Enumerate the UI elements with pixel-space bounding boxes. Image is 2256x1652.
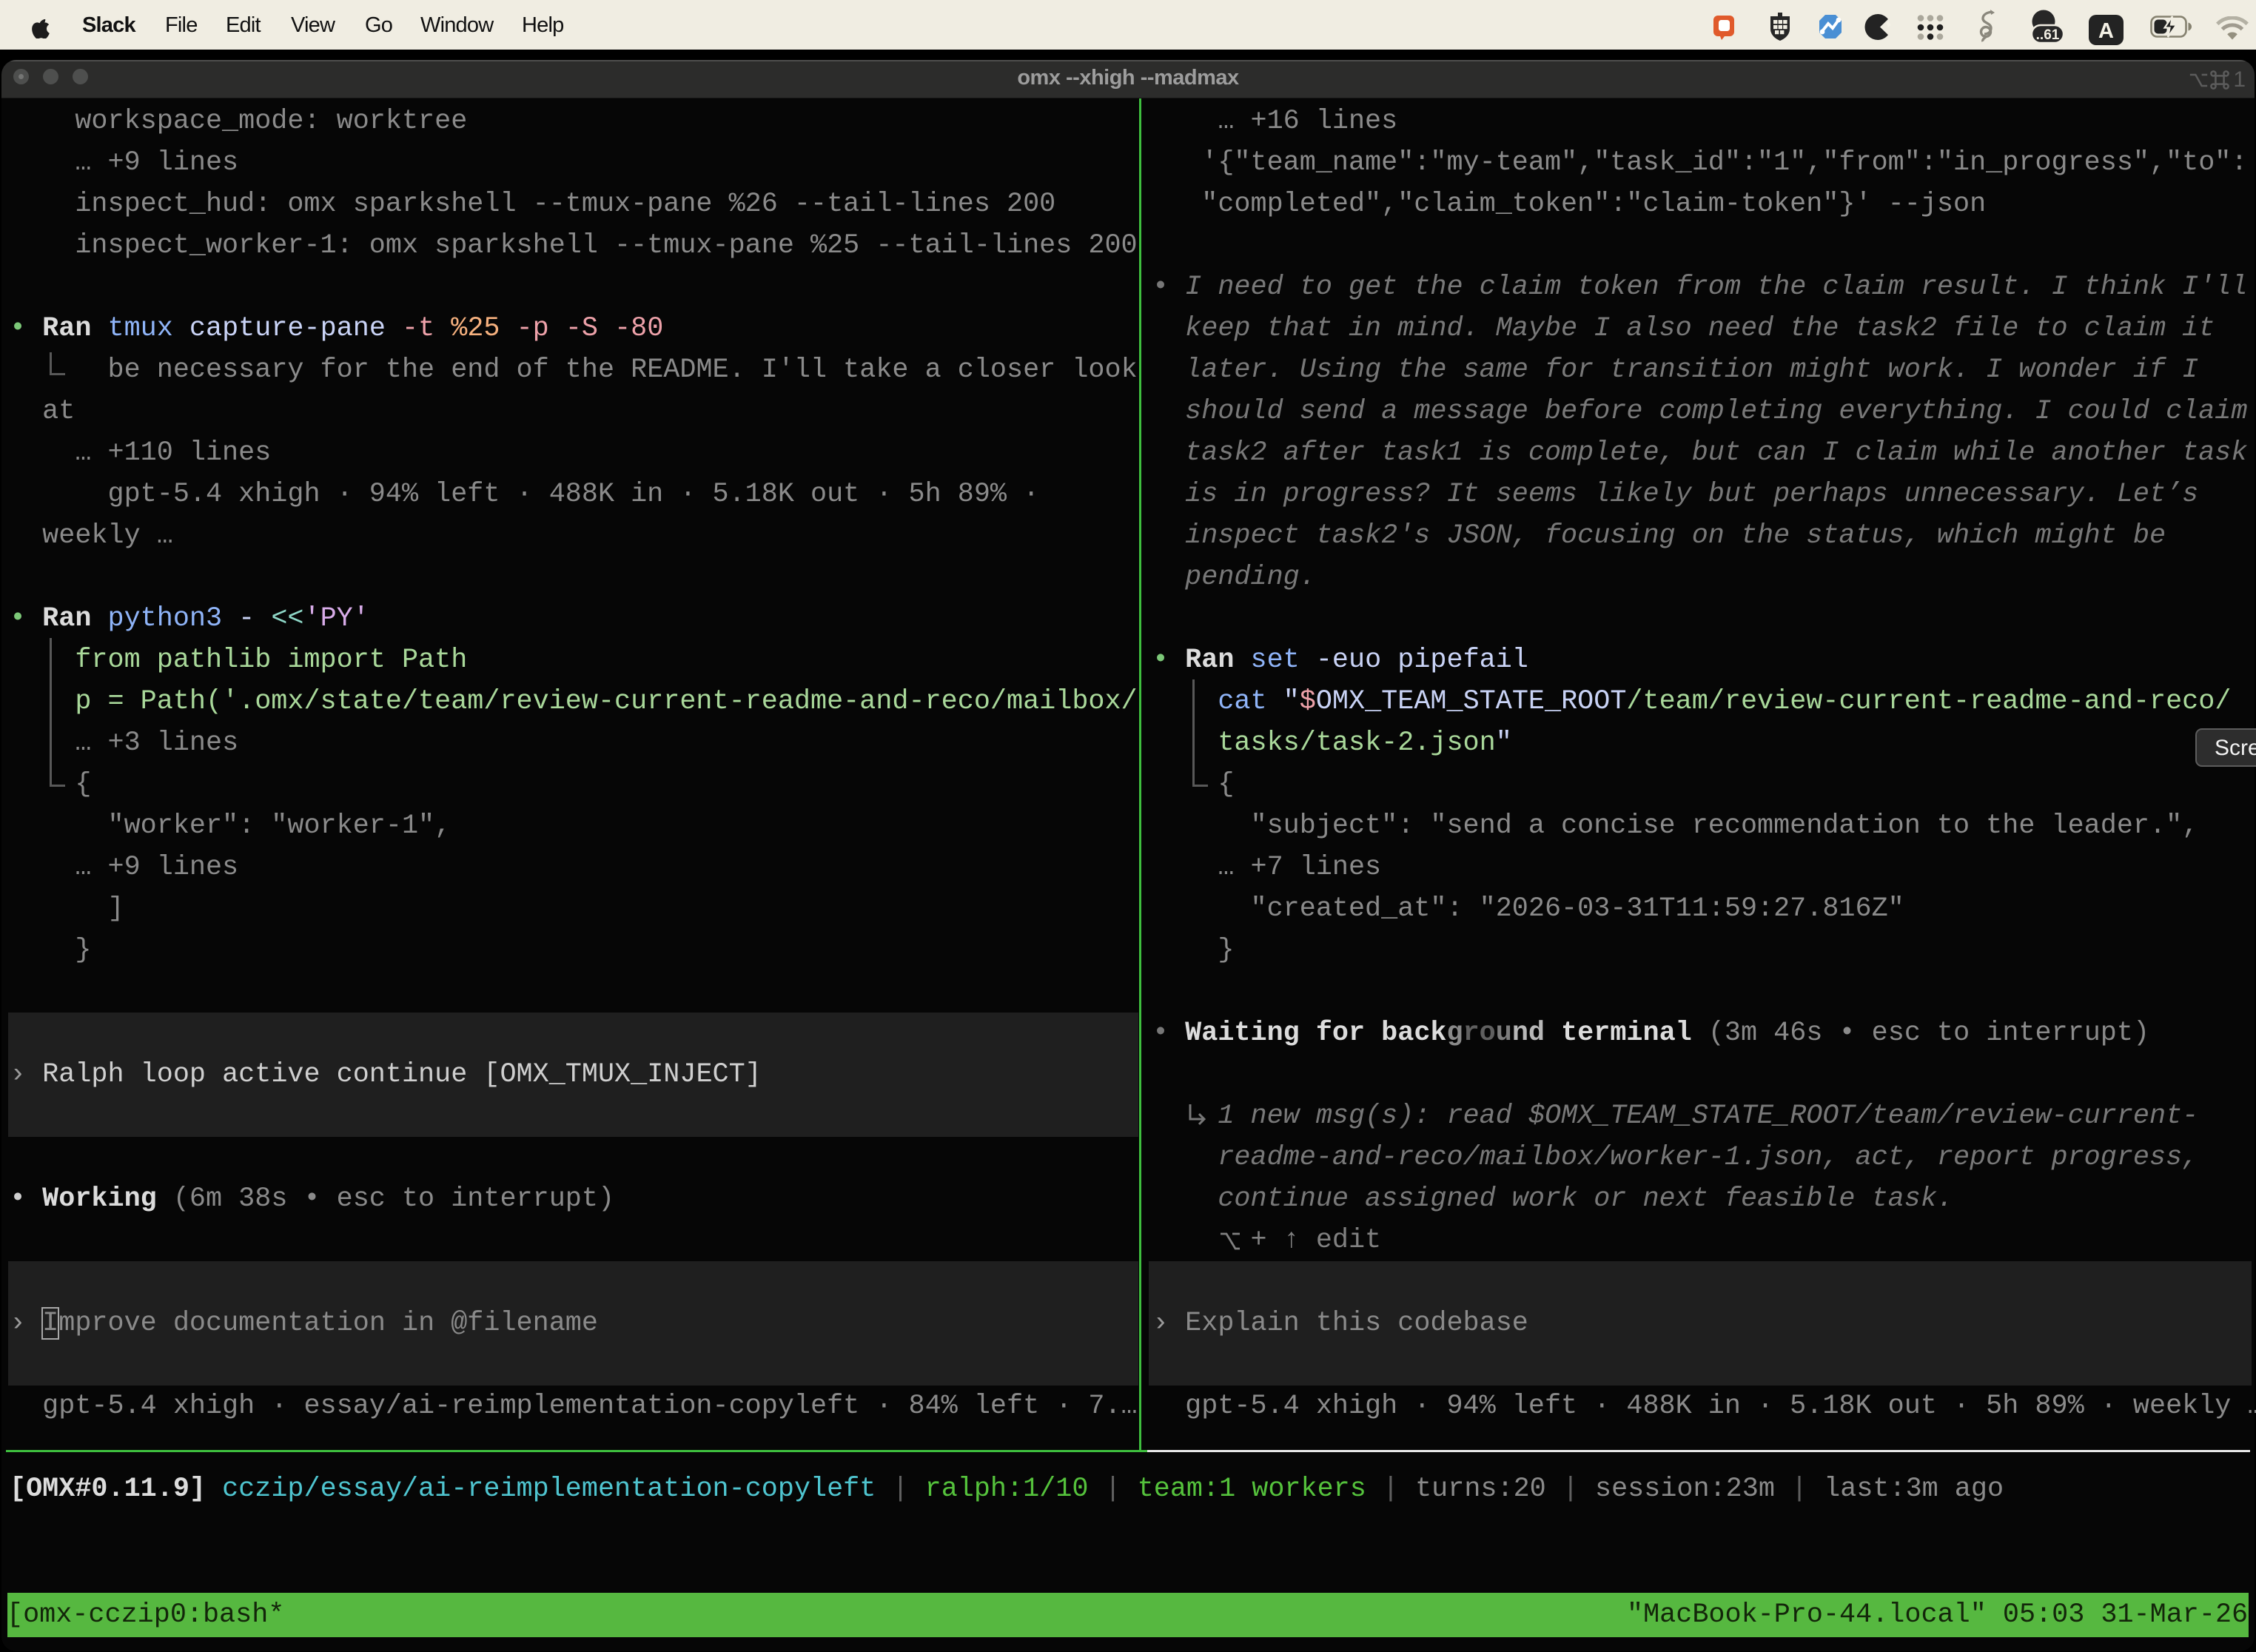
svg-text:A: A [2098,19,2114,43]
svg-text:..61: ..61 [2036,27,2060,43]
